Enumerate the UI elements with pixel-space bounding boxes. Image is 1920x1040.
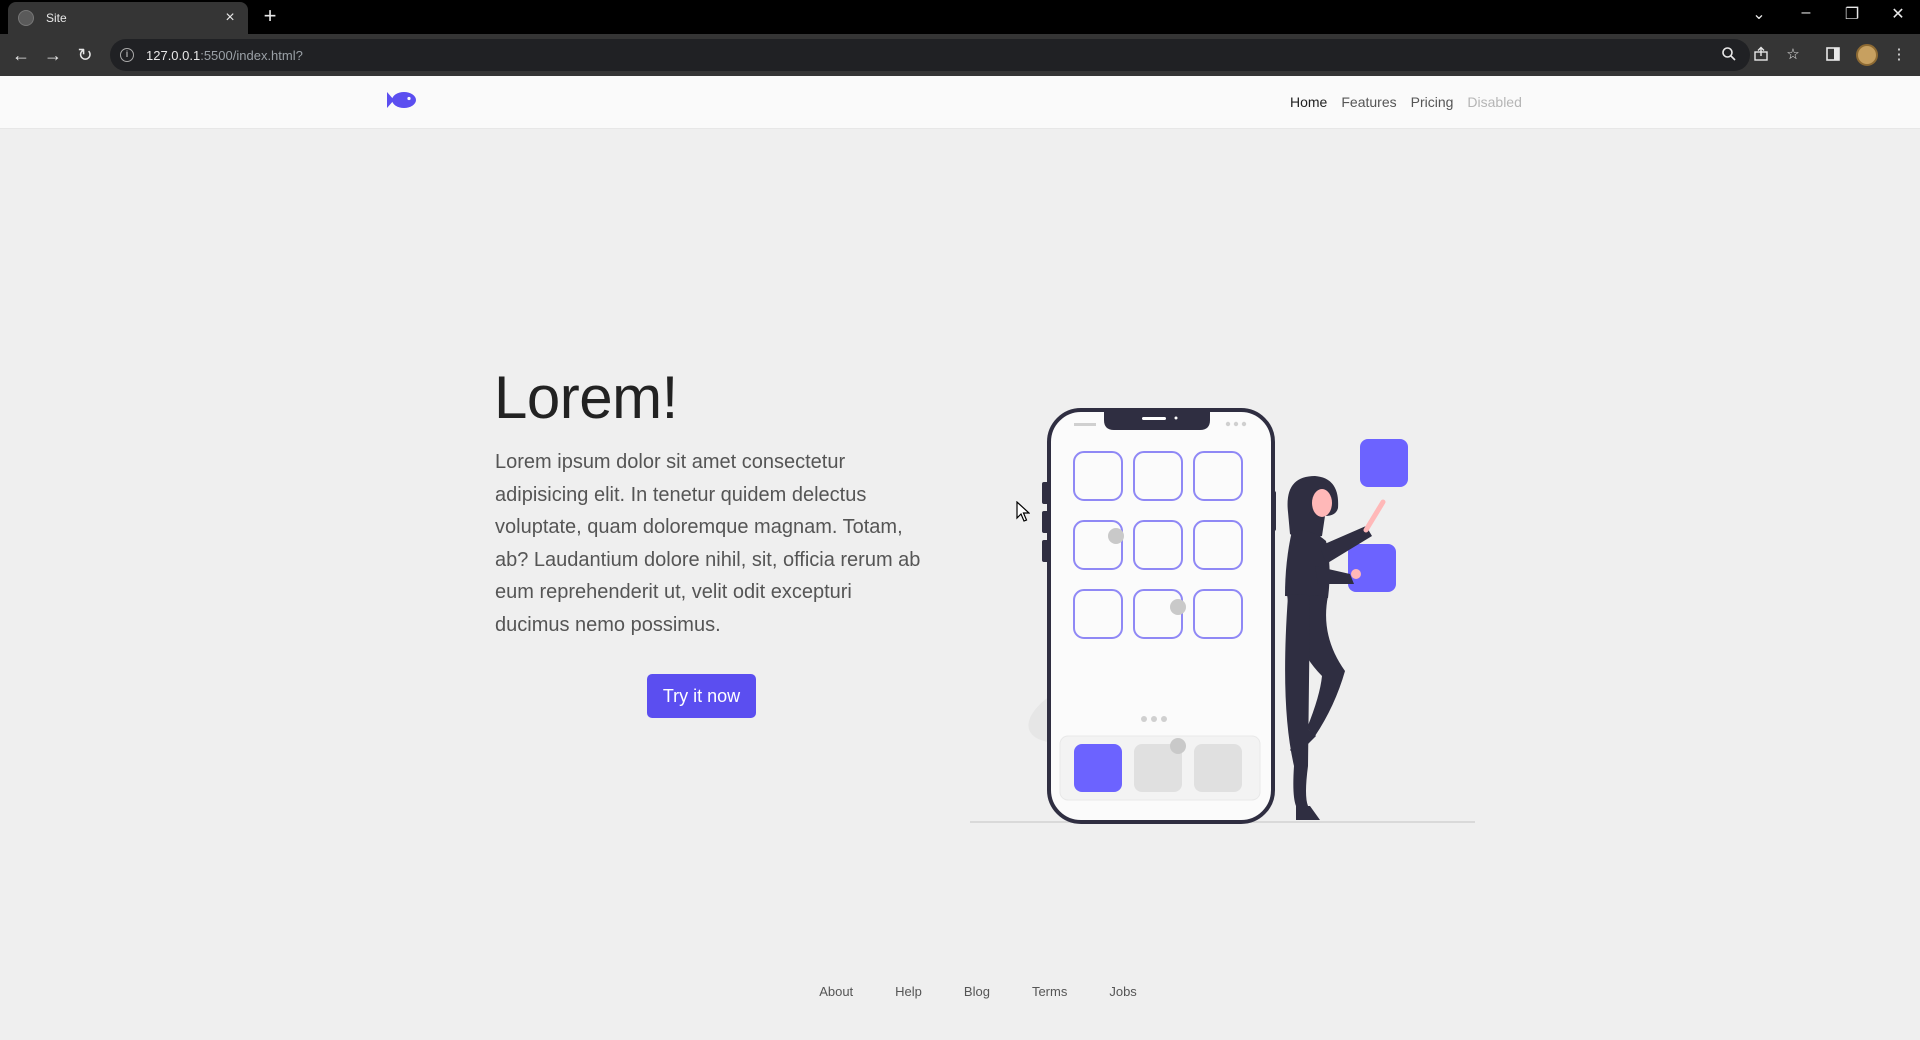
footer-link-terms[interactable]: Terms xyxy=(1032,984,1067,999)
browser-toolbar: ← → ↻ i 127.0.0.1:5500/index.html? ☆ ⋮ xyxy=(0,34,1920,76)
restore-icon[interactable]: ❐ xyxy=(1840,4,1864,24)
footer-link-help[interactable]: Help xyxy=(895,984,922,999)
address-bar[interactable]: i 127.0.0.1:5500/index.html? xyxy=(110,39,1750,71)
close-window-icon[interactable]: ✕ xyxy=(1886,4,1910,24)
share-icon[interactable] xyxy=(1752,46,1770,64)
nav-link-disabled: Disabled xyxy=(1467,94,1522,110)
new-tab-icon[interactable]: + xyxy=(259,5,281,27)
hero-title: Lorem! xyxy=(494,364,678,431)
footer-link-about[interactable]: About xyxy=(819,984,853,999)
fish-logo-icon[interactable] xyxy=(385,89,417,111)
close-tab-icon[interactable]: × xyxy=(222,10,238,26)
mobile-app-illustration xyxy=(970,408,1475,824)
url-text: 127.0.0.1:5500/index.html? xyxy=(146,48,303,63)
page: Home Features Pricing Disabled Lorem! Lo… xyxy=(0,76,1920,1040)
profile-avatar[interactable] xyxy=(1856,44,1878,66)
nav-link-features[interactable]: Features xyxy=(1341,94,1396,110)
back-icon[interactable]: ← xyxy=(10,44,32,66)
info-icon[interactable]: i xyxy=(120,48,134,62)
site-navbar: Home Features Pricing Disabled xyxy=(0,76,1920,129)
site-nav-links: Home Features Pricing Disabled xyxy=(1290,94,1522,110)
forward-icon[interactable]: → xyxy=(42,44,64,66)
reload-icon[interactable]: ↻ xyxy=(74,44,96,66)
try-it-now-button[interactable]: Try it now xyxy=(647,674,756,718)
browser-tab-strip: Site × + ⌄ – ❐ ✕ xyxy=(0,0,1920,34)
url-host: 127.0.0.1 xyxy=(146,47,201,63)
side-panel-icon[interactable] xyxy=(1824,46,1842,64)
bookmark-star-icon[interactable]: ☆ xyxy=(1784,46,1802,64)
footer-link-jobs[interactable]: Jobs xyxy=(1109,984,1136,999)
site-footer: About Help Blog Terms Jobs xyxy=(0,984,1920,999)
menu-kebab-icon[interactable]: ⋮ xyxy=(1890,46,1908,64)
tab-title: Site xyxy=(46,11,67,25)
browser-tab[interactable]: Site × xyxy=(8,2,248,34)
zoom-icon[interactable] xyxy=(1720,46,1738,64)
tab-search-icon[interactable]: ⌄ xyxy=(1747,4,1771,24)
nav-link-home[interactable]: Home xyxy=(1290,94,1327,110)
nav-link-pricing[interactable]: Pricing xyxy=(1411,94,1454,110)
hero-text: Lorem ipsum dolor sit amet consectetur a… xyxy=(495,451,921,636)
minimize-icon[interactable]: – xyxy=(1794,4,1818,22)
mouse-cursor-icon xyxy=(1016,501,1030,522)
footer-link-blog[interactable]: Blog xyxy=(964,984,990,999)
globe-icon xyxy=(18,10,34,26)
url-path: :5500/index.html? xyxy=(200,47,303,63)
